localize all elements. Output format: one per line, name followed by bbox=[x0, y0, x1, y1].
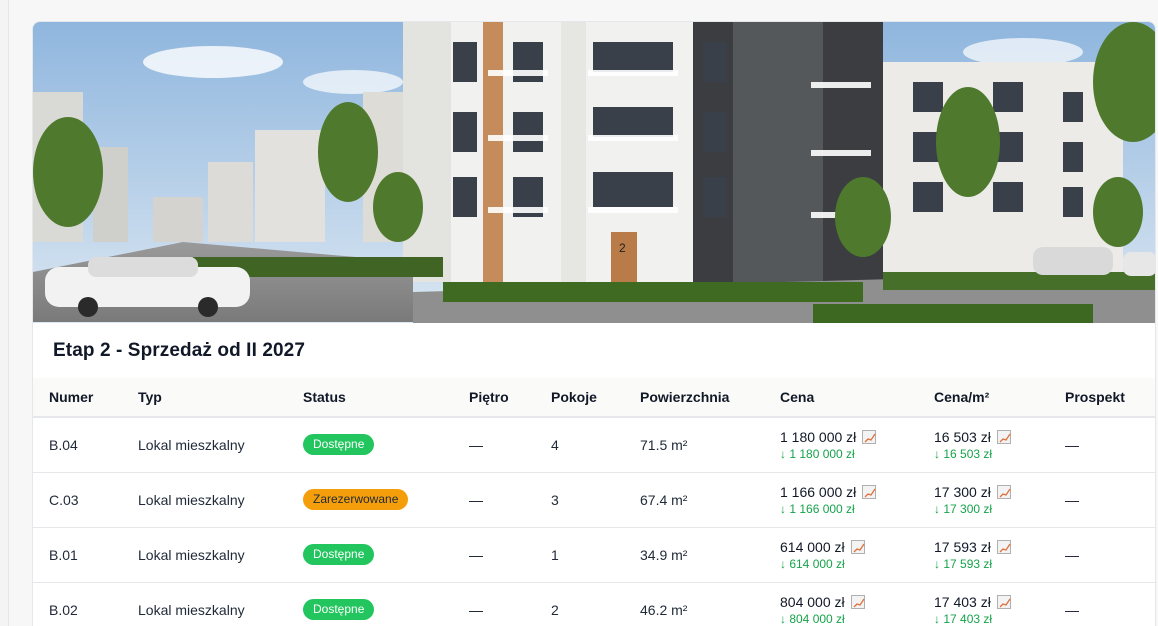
column-header-cena[interactable]: Cena bbox=[764, 378, 918, 417]
price-per-m2-lowest: ↓ 17 403 zł bbox=[934, 611, 993, 626]
status-badge: Dostępne bbox=[303, 434, 375, 456]
unit-number: B.02 bbox=[49, 601, 78, 618]
column-header-status[interactable]: Status bbox=[287, 378, 453, 417]
chart-line-icon[interactable] bbox=[862, 429, 877, 444]
chart-line-icon[interactable] bbox=[850, 594, 865, 609]
floor: — bbox=[469, 491, 483, 508]
price-per-m2-lowest: ↓ 17 300 zł bbox=[934, 501, 993, 516]
unit-number: B.04 bbox=[49, 436, 78, 453]
price-per-m2: 17 593 zł bbox=[934, 538, 991, 555]
price-lowest: ↓ 1 180 000 zł bbox=[780, 446, 855, 461]
column-header-numer[interactable]: Numer bbox=[33, 378, 122, 417]
column-header-powierzchnia[interactable]: Powierzchnia bbox=[624, 378, 764, 417]
chart-line-icon[interactable] bbox=[996, 429, 1011, 444]
area: 46.2 m² bbox=[640, 601, 688, 618]
rooms: 2 bbox=[551, 601, 559, 618]
floor: — bbox=[469, 546, 483, 563]
column-header-prospekt: Prospekt bbox=[1065, 389, 1125, 405]
price: 1 166 000 zł bbox=[780, 483, 857, 500]
column-header-pietro[interactable]: Piętro bbox=[453, 378, 535, 417]
rooms: 3 bbox=[551, 491, 559, 508]
prospectus: — bbox=[1065, 546, 1079, 563]
unit-number: B.01 bbox=[49, 546, 78, 563]
price-per-m2-lowest: ↓ 16 503 zł bbox=[934, 446, 993, 461]
status-cell: Dostępne bbox=[287, 527, 453, 582]
chart-line-icon[interactable] bbox=[996, 484, 1011, 499]
chart-line-icon[interactable] bbox=[850, 539, 865, 554]
price: 804 000 zł bbox=[780, 593, 845, 610]
area: 34.9 m² bbox=[640, 546, 688, 563]
unit-type: Lokal mieszkalny bbox=[138, 491, 245, 508]
status-badge: Dostępne bbox=[303, 599, 375, 620]
status-badge: Dostępne bbox=[303, 544, 375, 565]
price-per-m2: 17 300 zł bbox=[934, 483, 991, 500]
price-lowest: ↓ 614 000 zł bbox=[780, 556, 845, 571]
price-per-m2-lowest: ↓ 17 593 zł bbox=[934, 556, 993, 571]
area: 67.4 m² bbox=[640, 491, 688, 508]
floor: — bbox=[469, 601, 483, 618]
price-lowest: ↓ 1 166 000 zł bbox=[780, 501, 855, 516]
prospectus: — bbox=[1065, 601, 1079, 618]
price-per-m2: 17 403 zł bbox=[934, 593, 991, 610]
price-per-m2: 16 503 zł bbox=[934, 428, 991, 445]
area: 71.5 m² bbox=[640, 436, 688, 453]
table-row[interactable]: C.03 Lokal mieszkalny Zarezerwowane — 3 … bbox=[33, 472, 1155, 527]
price-lowest: ↓ 804 000 zł bbox=[780, 611, 845, 626]
prospectus: — bbox=[1065, 436, 1079, 453]
price-cell: 1 166 000 zł ↓ 1 166 000 zł bbox=[764, 472, 918, 527]
price-per-m2-cell: 16 503 zł ↓ 16 503 zł bbox=[918, 417, 1049, 472]
table-row[interactable]: B.01 Lokal mieszkalny Dostępne — 1 34.9 … bbox=[33, 527, 1155, 582]
price: 614 000 zł bbox=[780, 538, 845, 555]
price: 1 180 000 zł bbox=[780, 428, 857, 445]
stage-title: Etap 2 - Sprzedaż od II 2027 bbox=[53, 340, 305, 361]
price-per-m2-cell: 17 300 zł ↓ 17 300 zł bbox=[918, 472, 1049, 527]
unit-type: Lokal mieszkalny bbox=[138, 546, 245, 563]
hero-image: 2 bbox=[33, 22, 1155, 323]
table-row[interactable]: B.04 Lokal mieszkalny Dostępne — 4 71.5 … bbox=[33, 417, 1155, 472]
column-header-pokoje[interactable]: Pokoje bbox=[535, 378, 624, 417]
price-cell: 614 000 zł ↓ 614 000 zł bbox=[764, 527, 918, 582]
building-number: 2 bbox=[619, 241, 626, 255]
unit-type: Lokal mieszkalny bbox=[138, 436, 245, 453]
rooms: 1 bbox=[551, 546, 559, 563]
chart-line-icon[interactable] bbox=[996, 594, 1011, 609]
status-cell: Dostępne bbox=[287, 582, 453, 626]
units-table: Numer Typ Status Piętro Pokoje Powierzch… bbox=[33, 378, 1155, 626]
stage-card: 2 Etap 2 - Sprzedaż od II 2027 Numer Typ… bbox=[32, 21, 1156, 626]
prospectus: — bbox=[1065, 491, 1079, 508]
column-header-typ[interactable]: Typ bbox=[122, 378, 287, 417]
unit-type: Lokal mieszkalny bbox=[138, 601, 245, 618]
status-cell: Zarezerwowane bbox=[287, 472, 453, 527]
rooms: 4 bbox=[551, 436, 559, 453]
unit-number: C.03 bbox=[49, 491, 79, 508]
price-per-m2-cell: 17 403 zł ↓ 17 403 zł bbox=[918, 582, 1049, 626]
status-badge: Zarezerwowane bbox=[303, 489, 409, 510]
status-cell: Dostępne bbox=[287, 417, 453, 472]
price-cell: 804 000 zł ↓ 804 000 zł bbox=[764, 582, 918, 626]
chart-line-icon[interactable] bbox=[996, 539, 1011, 554]
floor: — bbox=[469, 436, 483, 453]
price-per-m2-cell: 17 593 zł ↓ 17 593 zł bbox=[918, 527, 1049, 582]
table-row[interactable]: B.02 Lokal mieszkalny Dostępne — 2 46.2 … bbox=[33, 582, 1155, 626]
column-header-cena-m2[interactable]: Cena/m² bbox=[918, 378, 1049, 417]
chart-line-icon[interactable] bbox=[862, 484, 877, 499]
table-header-row: Numer Typ Status Piętro Pokoje Powierzch… bbox=[33, 378, 1155, 417]
price-cell: 1 180 000 zł ↓ 1 180 000 zł bbox=[764, 417, 918, 472]
